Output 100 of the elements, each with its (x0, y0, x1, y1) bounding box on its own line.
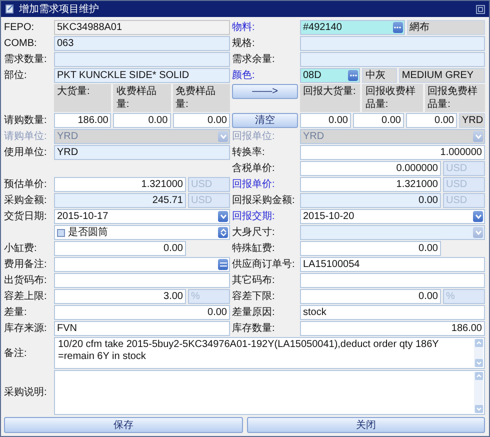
number-field[interactable]: 1.000000 (300, 145, 485, 160)
number-field[interactable]: 0.00 (172, 113, 230, 128)
lookup-field[interactable]: #492140 (300, 20, 404, 35)
chevron-down-icon (474, 405, 482, 413)
field-label: 规格: (232, 36, 256, 51)
dropdown-button[interactable] (473, 211, 483, 222)
number-field[interactable]: 0.00 (54, 305, 230, 320)
chevron-down-icon (220, 214, 226, 219)
field-label: 大身尺寸: (232, 226, 276, 240)
column-header: 回报大货量: (300, 84, 360, 112)
field-label: 特殊缸费: (232, 242, 276, 256)
number-field[interactable]: 0.00 (353, 113, 404, 128)
field-label: 出货码布: (4, 274, 48, 288)
field-label: 回报采购金额: (232, 194, 296, 208)
field-label: 转换率: (232, 146, 266, 160)
action-button[interactable]: 清空 (232, 113, 298, 128)
field-label: 采购说明: (4, 386, 48, 400)
field-label: 费用备注: (4, 258, 48, 272)
spinner-button[interactable] (218, 227, 228, 238)
field-label: 交货日期: (4, 210, 48, 224)
value-label: MEDIUM GREY (398, 68, 485, 83)
field-label: 预估单价: (4, 178, 48, 192)
lines-icon (220, 262, 226, 267)
document-icon (5, 4, 15, 14)
field-label: COMB: (4, 37, 38, 51)
unit-label: % (188, 289, 230, 304)
number-field[interactable]: 0.00 (300, 241, 441, 256)
chevron-up-icon (474, 372, 482, 380)
ellipsis-icon (350, 74, 357, 77)
field-label: 请购单位: (4, 130, 48, 144)
readonly-field: PKT KUNCKLE SIDE* SOLID (54, 68, 230, 83)
field-label: 回报单位: (232, 130, 276, 144)
checkbox-field[interactable]: 是否圆筒 (54, 225, 230, 240)
field-link[interactable]: 回报交期: (232, 209, 298, 224)
field-label: 容差下限: (232, 290, 276, 304)
field-label: 其它码布: (232, 274, 276, 288)
readonly-field: 245.71 (54, 193, 186, 208)
field-label: 需求余量: (232, 52, 276, 67)
field-label: 容差上限: (4, 290, 48, 304)
text-field[interactable] (54, 273, 230, 288)
chevron-down-icon (474, 230, 482, 235)
chevron-down-icon (474, 359, 482, 367)
text-field[interactable] (54, 257, 230, 272)
field-label: 使用单位: (4, 146, 48, 160)
readonly-field: 0.00 (300, 193, 441, 208)
number-field[interactable]: 0.00 (54, 241, 186, 256)
lookup-button[interactable] (348, 70, 358, 81)
field-button[interactable] (218, 259, 228, 270)
dialog-button[interactable]: 关闭 (246, 417, 485, 433)
scrollbar[interactable] (474, 339, 483, 367)
dropdown-button[interactable] (218, 211, 228, 222)
unit-label: YRD (459, 113, 485, 128)
lookup-field[interactable]: 08D (300, 68, 360, 83)
field-link[interactable]: 颜色: (232, 68, 298, 83)
field-label: 小缸费: (4, 242, 38, 256)
field-label: 库存数量: (232, 322, 276, 336)
number-field[interactable]: 0.00 (406, 113, 457, 128)
unit-label: % (443, 289, 485, 304)
text-field[interactable]: LA15100054 (300, 257, 485, 272)
up-down-chevron-icon (220, 228, 226, 237)
field-label: 采购金额: (4, 194, 48, 208)
number-field[interactable]: 0.00 (113, 113, 171, 128)
chevron-down-icon (220, 134, 226, 139)
number-field[interactable]: 1.321000 (54, 177, 186, 192)
readonly-field: YRD (54, 145, 230, 160)
dropdown[interactable]: 2015-10-17 (54, 209, 230, 224)
value-label: 中灰 (362, 68, 397, 83)
maximize-icon (476, 4, 485, 14)
number-field[interactable]: 186.00 (300, 321, 485, 336)
dropdown[interactable]: 2015-10-20 (300, 209, 485, 224)
column-header: 回报免费样品量: (424, 84, 485, 112)
number-field[interactable]: 1.321000 (300, 177, 441, 192)
column-header: 大货量: (54, 84, 112, 112)
number-field[interactable]: 0.000000 (300, 161, 441, 176)
chevron-down-icon (474, 134, 482, 139)
dialog-button[interactable]: 保存 (4, 417, 242, 433)
field-label: 含税单价: (232, 162, 276, 176)
checkbox[interactable] (57, 228, 65, 236)
field-label: 差量原因: (232, 306, 276, 320)
lookup-button[interactable] (392, 22, 402, 33)
text-area[interactable] (54, 370, 485, 415)
number-field[interactable]: 0.00 (300, 289, 441, 304)
scrollbar[interactable] (474, 372, 483, 413)
field-label: 差量: (4, 306, 28, 320)
number-field[interactable]: 0.00 (300, 113, 351, 128)
action-button[interactable]: ——> (232, 84, 298, 99)
text-field[interactable] (300, 273, 485, 288)
readonly-field: 063 (54, 36, 230, 51)
text-area[interactable]: 10/20 cfm take 2015-5buy2-5KC34976A01-192Y(LA15050041),deduct order qty 186Y =remain 6Y in stock (54, 337, 485, 369)
text-field[interactable]: FVN (54, 321, 230, 336)
value-label: 網布 (406, 20, 485, 35)
field-link[interactable]: 回报单价: (232, 177, 298, 192)
field-label: 需求数量: (4, 52, 48, 67)
column-header: 免费样品量: (172, 84, 230, 112)
field-link[interactable]: 物料: (232, 20, 298, 35)
text-field[interactable]: stock (300, 305, 485, 320)
field-label: FEPO: (4, 21, 36, 35)
number-field[interactable]: 3.00 (54, 289, 186, 304)
number-field[interactable]: 186.00 (54, 113, 112, 128)
field-label: 请购数量: (4, 114, 48, 128)
